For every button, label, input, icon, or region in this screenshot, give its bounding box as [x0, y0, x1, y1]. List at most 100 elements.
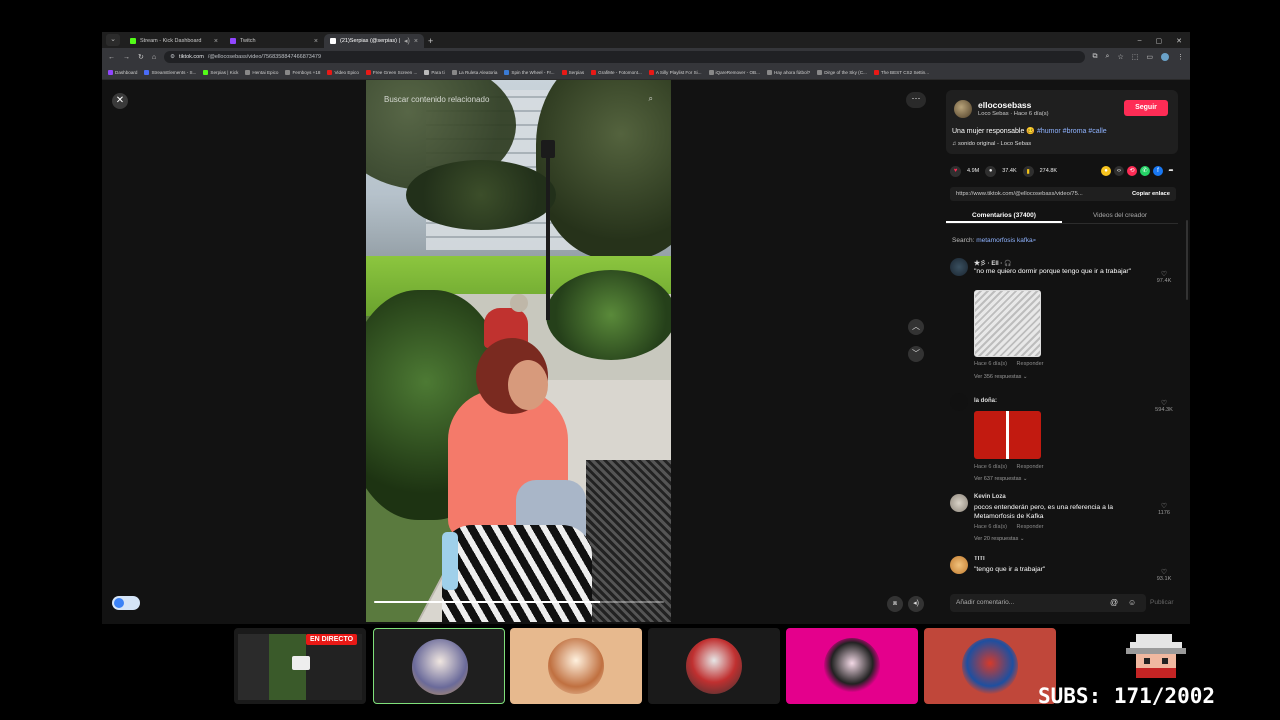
comment-user[interactable]: Kevin Loza: [974, 494, 1006, 500]
reply-button[interactable]: Responder: [1017, 524, 1044, 530]
heart-outline-icon[interactable]: ♡: [1146, 270, 1182, 278]
minimize-icon[interactable]: –: [1138, 37, 1142, 45]
bookmark-item[interactable]: Hay ahora fútbol?: [766, 70, 810, 75]
heart-outline-icon[interactable]: ♡: [1146, 568, 1182, 576]
avatar[interactable]: [950, 393, 968, 411]
comment-sticker-image[interactable]: [974, 290, 1041, 357]
avatar[interactable]: [950, 258, 968, 276]
maximize-icon[interactable]: ▢: [1156, 37, 1163, 45]
bookmark-item[interactable]: StreamElements - S...: [144, 70, 196, 75]
scene-thumbnail-4[interactable]: [786, 628, 918, 704]
profile-avatar[interactable]: [1161, 53, 1169, 61]
extensions-icon[interactable]: ⬚: [1132, 53, 1139, 61]
comment-user[interactable]: TITI: [974, 556, 985, 562]
comment-user[interactable]: ★彡 · Ell · 🎧: [974, 258, 1011, 267]
tab-kick-dashboard[interactable]: Stream - Kick Dashboard ×: [124, 34, 224, 48]
close-window-icon[interactable]: ✕: [1176, 37, 1182, 45]
bookmark-icon[interactable]: ▮: [1022, 165, 1034, 177]
scene-thumbnail-live[interactable]: EN DIRECTO: [234, 628, 366, 704]
comment-user[interactable]: la doña:: [974, 398, 997, 404]
comment-icon[interactable]: ●: [985, 165, 997, 177]
comment-like[interactable]: ♡ 594.3K: [1146, 399, 1182, 413]
bookmark-item[interactable]: Serpias | Kick: [203, 70, 238, 75]
back-icon[interactable]: ←: [108, 54, 115, 61]
heart-outline-icon[interactable]: ♡: [1146, 502, 1182, 510]
tab-twitch[interactable]: Twitch ×: [224, 34, 324, 48]
avatar[interactable]: [950, 494, 968, 512]
video-progress-bar[interactable]: [374, 601, 664, 603]
view-replies-button[interactable]: Ver 637 respuestas ⌄: [974, 476, 1028, 482]
comment-like[interactable]: ♡ 97.4K: [1146, 270, 1182, 284]
publish-button[interactable]: Publicar: [1150, 594, 1173, 612]
tab-search-button[interactable]: ⌄: [106, 34, 120, 46]
bookmark-item[interactable]: iQareRemover - OB...: [708, 70, 760, 75]
volume-icon[interactable]: ◂): [908, 596, 924, 612]
bookmark-item[interactable]: A Silly Playlist For Si...: [648, 70, 702, 75]
star-icon[interactable]: ☆: [1117, 53, 1123, 61]
tab-tiktok[interactable]: (21)Serpias (@serpias) | Ti... ◂) ×: [324, 34, 424, 48]
share-url[interactable]: https://www.tiktok.com/@ellocosebass/vid…: [956, 191, 1126, 197]
picture-in-picture-icon[interactable]: ⧈: [887, 596, 903, 612]
bookmark-item[interactable]: Para ti: [424, 70, 445, 75]
share-arrow-icon[interactable]: ➦: [1166, 166, 1176, 176]
install-icon[interactable]: ⧉: [1093, 53, 1098, 61]
heart-icon[interactable]: ♥: [950, 165, 961, 177]
bookmark-item[interactable]: Dirge of the Sky (C...: [817, 70, 867, 75]
emoji-icon[interactable]: ☺: [1128, 594, 1136, 612]
follow-button[interactable]: Seguir: [1124, 100, 1168, 116]
related-search-field[interactable]: Buscar contenido relacionado ⌕: [376, 88, 661, 110]
bookmark-item[interactable]: Serpias: [561, 70, 584, 75]
site-info-icon[interactable]: ⚙: [170, 54, 175, 60]
repost-icon[interactable]: ⟲: [1127, 166, 1137, 176]
more-options-button[interactable]: ···: [906, 92, 926, 108]
bookmark-item[interactable]: GrafiMe - Fotomont...: [591, 70, 642, 75]
embed-icon[interactable]: ‹›: [1114, 166, 1124, 176]
bookmark-item[interactable]: La Ruleta Aleatoria: [451, 70, 497, 75]
sound-link[interactable]: ♫ sonido original - Loco Sebas: [952, 141, 1031, 147]
bookmark-item[interactable]: Video Epico: [327, 70, 359, 75]
hashtag-links[interactable]: #humor #broma #calle: [1037, 128, 1107, 135]
home-icon[interactable]: ⌂: [152, 54, 156, 61]
close-icon[interactable]: ×: [214, 38, 218, 45]
close-icon[interactable]: ×: [314, 38, 318, 45]
bookmark-item[interactable]: Femboys +18: [285, 70, 320, 75]
comment-like[interactable]: ♡ 93.1K: [1146, 568, 1182, 582]
next-video-button[interactable]: ﹀: [908, 346, 924, 362]
reply-button[interactable]: Responder: [1017, 361, 1044, 367]
bookmark-item[interactable]: Free Green Screen ...: [365, 70, 417, 75]
bookmark-item[interactable]: Dashboard: [108, 70, 137, 75]
facebook-icon[interactable]: f: [1153, 166, 1163, 176]
bookmark-item[interactable]: The BEST CS2 Settin...: [873, 70, 929, 75]
heart-outline-icon[interactable]: ♡: [1146, 399, 1182, 407]
scene-thumbnail-2[interactable]: [510, 628, 642, 704]
scrollbar[interactable]: [1186, 220, 1188, 300]
video-player[interactable]: Buscar contenido relacionado ⌕: [366, 80, 671, 622]
close-icon[interactable]: ×: [414, 38, 418, 45]
tab-creator-videos[interactable]: Videos del creador: [1062, 208, 1178, 223]
speaker-icon[interactable]: ◂): [404, 37, 410, 45]
scene-thumbnail-5[interactable]: [924, 628, 1056, 704]
scene-thumbnail-3[interactable]: [648, 628, 780, 704]
sidebar-icon[interactable]: ▭: [1146, 53, 1153, 61]
zoom-icon[interactable]: ⌕: [1106, 53, 1110, 61]
tab-comments[interactable]: Comentarios (37400): [946, 208, 1062, 223]
creator-avatar[interactable]: [954, 100, 972, 118]
autoscroll-toggle[interactable]: [112, 596, 140, 610]
copy-link-button[interactable]: Copiar enlace: [1126, 191, 1176, 197]
bookmark-item[interactable]: Spin the Wheel - Fr...: [504, 70, 555, 75]
scene-thumbnail-1[interactable]: [373, 628, 505, 704]
bookmark-item[interactable]: Hentai Epico: [245, 70, 278, 75]
comment-like[interactable]: ♡ 1176: [1146, 502, 1182, 516]
mention-icon[interactable]: @: [1110, 594, 1118, 612]
close-modal-button[interactable]: ✕: [112, 93, 128, 109]
add-comment-input[interactable]: Añadir comentario... @ ☺: [950, 594, 1146, 612]
reply-button[interactable]: Responder: [1017, 464, 1044, 470]
view-replies-button[interactable]: Ver 20 respuestas ⌄: [974, 536, 1024, 542]
new-tab-button[interactable]: +: [428, 36, 433, 46]
search-icon[interactable]: ⌕: [649, 94, 653, 104]
previous-video-button[interactable]: ︿: [908, 319, 924, 335]
creator-username[interactable]: ellocosebass: [978, 100, 1031, 110]
comment-search-suggestion[interactable]: Search: metamorfosis kafka⌕: [952, 237, 1036, 245]
avatar[interactable]: [950, 556, 968, 574]
url-input[interactable]: ⚙ tiktok.com/@ellocosebass/video/7568358…: [164, 51, 1085, 63]
